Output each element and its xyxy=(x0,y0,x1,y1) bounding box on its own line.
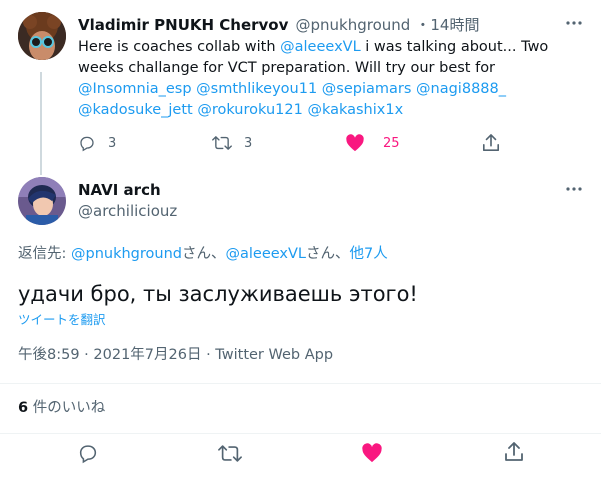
divider-2 xyxy=(0,433,601,434)
mention-link[interactable]: @smthlikeyou11 xyxy=(196,81,317,97)
tweet-text-fragment: Here is coaches collab with xyxy=(78,39,281,55)
parent-retweet-button[interactable]: 3 xyxy=(212,134,252,152)
reply-to-others[interactable]: 他7人 xyxy=(350,246,388,262)
parent-tweet-text: Here is coaches collab with @aleeexVL i … xyxy=(78,37,578,121)
reply-separator-1: さん、 xyxy=(181,246,226,262)
main-retweet-button[interactable] xyxy=(218,443,242,464)
parent-like-count: 25 xyxy=(383,135,400,151)
main-avatar[interactable] xyxy=(18,177,66,225)
tweet-timestamp[interactable]: 午後8:59 · 2021年7月26日 · Twitter Web App xyxy=(18,343,333,364)
main-share-button[interactable] xyxy=(504,441,524,463)
parent-time[interactable]: ・14時間 xyxy=(415,16,479,34)
parent-reply-count: 3 xyxy=(108,135,117,151)
main-tweet: NAVI arch @archiliciouz 返信先: @pnukhgroun… xyxy=(0,172,601,487)
reply-to-mention-2[interactable]: @aleeexVL xyxy=(225,246,306,262)
main-reply-button[interactable] xyxy=(77,442,99,464)
likes-count: 6 xyxy=(18,400,29,416)
retweet-arrows-icon xyxy=(212,134,232,152)
likes-summary[interactable]: 6 件のいいね xyxy=(18,396,105,417)
share-upload-icon xyxy=(504,441,524,463)
mention-link[interactable]: @Insomnia_esp xyxy=(78,81,192,97)
parent-share-button[interactable] xyxy=(482,133,500,153)
parent-retweet-count: 3 xyxy=(244,135,253,151)
mention-link[interactable]: @nagi8888_ xyxy=(416,81,506,97)
main-like-button[interactable] xyxy=(361,443,383,463)
parent-tweet[interactable]: Vladimir PNUKH Chervov @pnukhground ・14時… xyxy=(0,0,601,175)
reply-bubble-icon xyxy=(77,442,99,464)
parent-display-name[interactable]: Vladimir PNUKH Chervov xyxy=(78,16,288,34)
divider-1 xyxy=(0,383,601,384)
parent-more-icon[interactable] xyxy=(565,14,583,32)
reply-bubble-icon xyxy=(78,134,96,152)
translate-tweet-link[interactable]: ツイートを翻訳 xyxy=(18,309,106,328)
parent-handle[interactable]: @pnukhground xyxy=(295,16,410,34)
likes-label: 件のいいね xyxy=(28,400,106,416)
parent-like-button[interactable]: 25 xyxy=(345,134,400,152)
main-display-name[interactable]: NAVI arch xyxy=(78,181,177,199)
retweet-arrows-icon xyxy=(218,443,242,464)
parent-reply-button[interactable]: 3 xyxy=(78,134,116,152)
main-more-icon[interactable] xyxy=(565,180,583,198)
share-upload-icon xyxy=(482,133,500,153)
mention-link[interactable]: @sepiamars xyxy=(322,81,412,97)
heart-icon xyxy=(345,134,365,152)
reply-to-mention-1[interactable]: @pnukhground xyxy=(71,246,182,262)
heart-icon xyxy=(361,443,383,463)
main-tweet-text: удачи бро, ты заслуживаешь этого! xyxy=(18,282,418,306)
mention-link[interactable]: @kadosuke_jett xyxy=(78,102,193,118)
main-handle[interactable]: @archiliciouz xyxy=(78,202,177,220)
thread-connector-line xyxy=(40,72,42,175)
reply-prefix: 返信先: xyxy=(18,246,71,262)
mention-link[interactable]: @kakashix1x xyxy=(307,102,403,118)
mention-link[interactable]: @rokuroku121 xyxy=(197,102,303,118)
parent-avatar[interactable] xyxy=(18,12,66,60)
mention-link[interactable]: @aleeexVL xyxy=(280,39,361,55)
reply-context: 返信先: @pnukhgroundさん、@aleeexVLさん、他7人 xyxy=(18,242,388,263)
reply-separator-2: さん、 xyxy=(306,246,350,262)
